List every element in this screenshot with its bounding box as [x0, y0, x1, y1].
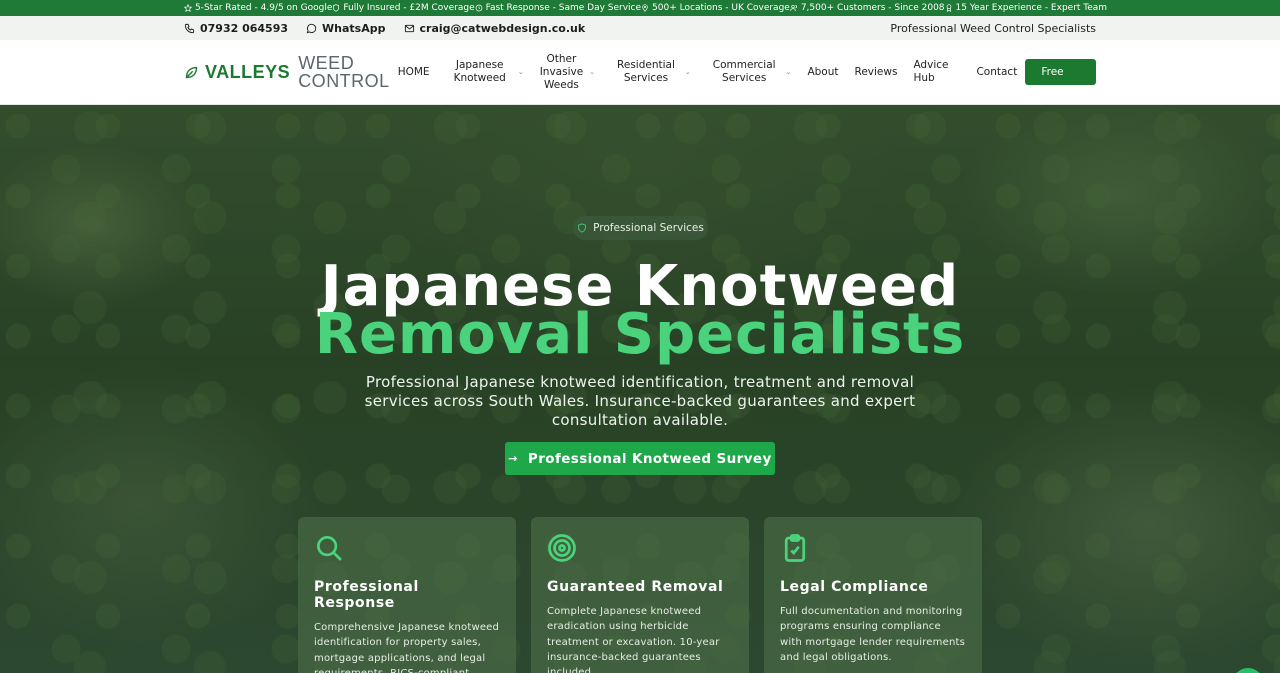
feature-card-legal-compliance: Legal Compliance Full documentation and … [764, 517, 982, 673]
mail-icon [404, 24, 414, 32]
contact-bar: 07932 064593 WhatsApp craig@catwebdesign… [0, 16, 1280, 40]
location-pin-icon [642, 4, 648, 12]
users-icon [790, 5, 797, 12]
shield-icon [333, 4, 340, 12]
site-logo[interactable]: VALLEYS WEED CONTROL [184, 54, 390, 90]
feature-card-professional-response: Professional Response Comprehensive Japa… [298, 517, 516, 673]
target-icon [548, 534, 576, 562]
site-header: VALLEYS WEED CONTROL HOME Japanese Knotwe… [0, 40, 1280, 105]
feature-card-guaranteed-removal: Guaranteed Removal Complete Japanese kno… [531, 517, 749, 673]
nav-other-invasive-weeds[interactable]: Other Invasive Weeds ⌄ [532, 53, 603, 92]
trust-item-rating: 5-Star Rated - 4.9/5 on Google [184, 3, 332, 13]
clipboard-check-icon [784, 534, 806, 562]
nav-commercial-services[interactable]: Commercial Services ⌄ [705, 59, 800, 85]
hero-section: Professional Services Japanese Knotweed … [0, 105, 1280, 673]
phone-link[interactable]: 07932 064593 [184, 22, 288, 35]
card-text: Comprehensive Japanese knotweed identifi… [314, 622, 500, 673]
free-quote-button[interactable]: Free Quote [1025, 59, 1096, 104]
logo-secondary-text: WEED CONTROL [298, 53, 390, 91]
hero-badge: Professional Services [573, 216, 708, 240]
card-title: Legal Compliance [780, 579, 929, 595]
main-nav: HOME Japanese Knotweed ⌄ Other Invasive We… [390, 53, 1026, 92]
nav-contact[interactable]: Contact [968, 66, 1025, 79]
search-icon [317, 536, 342, 561]
card-title: Guaranteed Removal [547, 579, 724, 595]
arrow-right-icon: → [508, 452, 518, 465]
knotweed-survey-button[interactable]: → Professional Knotweed Survey [505, 442, 775, 475]
trust-bar: 5-Star Rated - 4.9/5 on Google Fully Ins… [0, 0, 1280, 16]
feature-cards: Professional Response Comprehensive Japa… [298, 517, 982, 673]
trust-item-locations: 500+ Locations - UK Coverage [641, 3, 790, 13]
nav-residential-services[interactable]: Residential Services ⌄ [609, 59, 699, 85]
chevron-down-icon: ⌄ [517, 67, 524, 76]
chevron-down-icon: ⌄ [684, 67, 691, 76]
card-text: Complete Japanese knotweed eradication u… [547, 606, 720, 673]
leaf-icon [185, 66, 198, 78]
hero-title-line2: Removal Specialists [314, 302, 966, 367]
trust-item-experience: 15 Year Experience - Expert Team [945, 3, 1107, 13]
phone-icon [184, 23, 195, 33]
trust-item-response: Fast Response - Same Day Service [475, 3, 641, 13]
card-title: Professional Response [314, 579, 419, 611]
hero-subtitle: Professional Japanese knotweed identific… [364, 373, 916, 429]
card-text: Full documentation and monitoring progra… [780, 606, 966, 663]
nav-japanese-knotweed[interactable]: Japanese Knotweed ⌄ [446, 59, 532, 85]
star-icon [184, 4, 192, 12]
chevron-down-icon: ⌄ [785, 67, 792, 76]
shield-icon [578, 223, 586, 233]
logo-primary-text: VALLEYS [205, 61, 291, 82]
award-icon [946, 4, 951, 12]
email-link[interactable]: craig@catwebdesign.co.uk [404, 22, 585, 35]
whatsapp-icon [306, 23, 317, 33]
trust-item-insured: Fully Insured - £2M Coverage [332, 3, 475, 13]
nav-advice-hub[interactable]: Advice Hub [905, 59, 956, 85]
nav-about[interactable]: About [799, 66, 846, 79]
nav-home[interactable]: HOME [390, 66, 438, 79]
clock-icon [475, 4, 482, 12]
chevron-down-icon: ⌄ [589, 67, 596, 76]
header-tagline: Professional Weed Control Specialists [890, 21, 1096, 35]
trust-item-customers: 7,500+ Customers - Since 2008 [790, 3, 945, 13]
whatsapp-link[interactable]: WhatsApp [306, 22, 386, 35]
nav-reviews[interactable]: Reviews [847, 66, 906, 79]
